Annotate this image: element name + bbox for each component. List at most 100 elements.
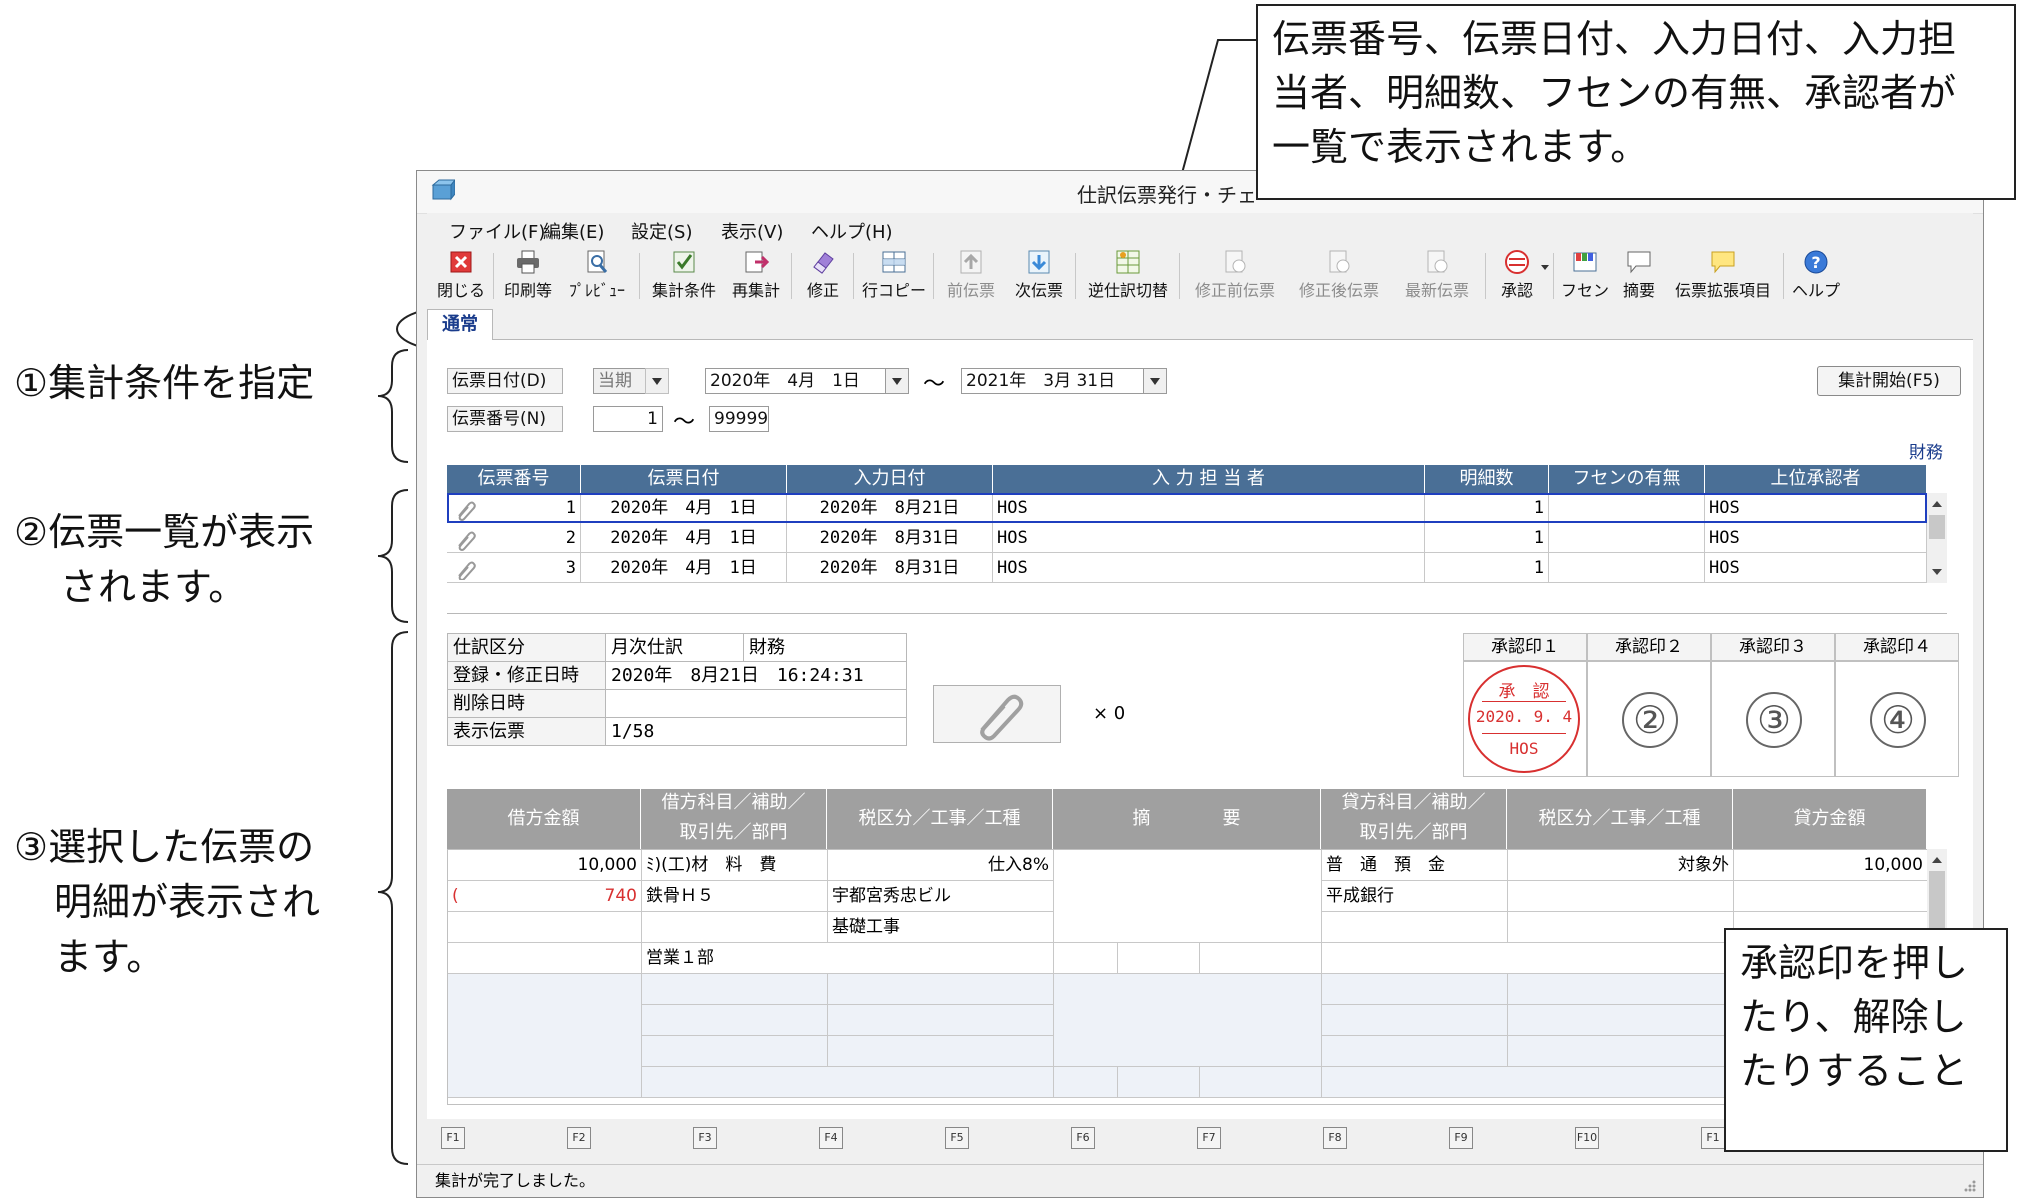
debit-tax[interactable]: 仕入8% xyxy=(828,850,1054,881)
empty-entry[interactable] xyxy=(1054,1067,1118,1098)
col-date[interactable]: 伝票日付 xyxy=(581,465,787,493)
date-from-dropdown-icon[interactable] xyxy=(885,368,909,394)
col-input-date[interactable]: 入力日付 xyxy=(787,465,993,493)
empty-entry[interactable] xyxy=(1118,1067,1200,1098)
date-to-dropdown-icon[interactable] xyxy=(1143,368,1167,394)
col-lines[interactable]: 明細数 xyxy=(1425,465,1549,493)
scroll-up-icon[interactable] xyxy=(1932,857,1942,863)
empty-entry[interactable] xyxy=(448,974,642,1098)
edit-button[interactable]: 修正 xyxy=(797,247,849,305)
col-approver[interactable]: 上位承認者 xyxy=(1705,465,1927,493)
empty-entry[interactable] xyxy=(1054,974,1322,1067)
debit-amount[interactable]: 10,000 xyxy=(448,850,642,881)
debit-account[interactable]: ﾐ)(工)材 料 費 xyxy=(642,850,828,881)
list-scrollbar[interactable] xyxy=(1927,493,1947,583)
sticky-button[interactable]: フセン xyxy=(1559,247,1611,305)
f6-key[interactable]: F6 xyxy=(1071,1127,1095,1149)
credit-site[interactable] xyxy=(1508,881,1734,912)
f2-key[interactable]: F2 xyxy=(567,1127,591,1149)
empty-entry[interactable] xyxy=(1322,1067,1734,1098)
empty-entry[interactable] xyxy=(642,1067,1054,1098)
empty-entry[interactable] xyxy=(828,1005,1054,1036)
debit-department[interactable]: 営業１部 xyxy=(642,943,1054,974)
empty-entry[interactable] xyxy=(1508,974,1734,1005)
credit-amount[interactable]: 10,000 xyxy=(1734,850,1928,881)
f7-key[interactable]: F7 xyxy=(1197,1127,1221,1149)
close-button[interactable]: 閉じる xyxy=(433,247,489,305)
credit-amount-2[interactable] xyxy=(1734,881,1928,912)
menu-edit[interactable]: 編集(E) xyxy=(543,218,604,244)
f8-key[interactable]: F8 xyxy=(1323,1127,1347,1149)
approve-button[interactable]: 承認 xyxy=(1491,247,1543,305)
debit-sub-account[interactable]: 鉄骨Ｈ５ xyxy=(642,881,828,912)
print-button[interactable]: 印刷等 xyxy=(499,247,557,305)
empty-entry[interactable] xyxy=(642,1005,828,1036)
f11-key[interactable]: F1 xyxy=(1701,1127,1725,1149)
stamp-3-slot[interactable]: ③ xyxy=(1711,661,1835,777)
extend-button[interactable]: 伝票拡張項目 xyxy=(1667,247,1779,305)
number-to-field[interactable]: 99999 xyxy=(709,406,769,432)
credit-department[interactable] xyxy=(1322,943,1734,974)
f4-key[interactable]: F4 xyxy=(819,1127,843,1149)
empty-entry[interactable] xyxy=(642,974,828,1005)
approve-dropdown-icon[interactable] xyxy=(1541,265,1549,270)
stamp-1-slot[interactable]: 承 認 2020. 9. 4 HOS xyxy=(1463,661,1587,777)
stamp-2-slot[interactable]: ② xyxy=(1587,661,1711,777)
resize-grip-icon[interactable] xyxy=(1961,1177,1977,1193)
period-select[interactable]: 当期 xyxy=(593,368,649,394)
scroll-down-icon[interactable] xyxy=(1932,569,1942,575)
stamp-4-slot[interactable]: ④ xyxy=(1835,661,1959,777)
memo-cell[interactable] xyxy=(1054,850,1322,943)
date-to-field[interactable]: 2021年 3月 31日 xyxy=(961,368,1147,394)
credit-partner[interactable] xyxy=(1322,912,1508,943)
f3-key[interactable]: F3 xyxy=(693,1127,717,1149)
col-number[interactable]: 伝票番号 xyxy=(447,465,581,493)
scroll-up-icon[interactable] xyxy=(1932,501,1942,507)
memo-button[interactable]: 摘要 xyxy=(1613,247,1665,305)
next-slip-button[interactable]: 次伝票 xyxy=(1007,247,1071,305)
f1-key[interactable]: F1 xyxy=(441,1127,465,1149)
f9-key[interactable]: F9 xyxy=(1449,1127,1473,1149)
table-row[interactable]: 3 2020年 4月 1日 2020年 8月31日 HOS 1 HOS xyxy=(447,553,1927,583)
empty-entry[interactable] xyxy=(1508,1036,1734,1067)
row-copy-button[interactable]: 行コピー xyxy=(859,247,929,305)
reverse-button[interactable]: 逆仕訳切替 xyxy=(1081,247,1175,305)
latest-slip-button[interactable]: 最新伝票 xyxy=(1393,247,1481,305)
empty-entry[interactable] xyxy=(642,1036,828,1067)
preview-button[interactable]: ﾌﾟﾚﾋﾞｭｰ xyxy=(561,247,633,305)
f10-key[interactable]: F10 xyxy=(1575,1127,1599,1149)
help-button[interactable]: ? ヘルプ xyxy=(1789,247,1843,305)
site-name[interactable]: 宇都宮秀忠ビル xyxy=(828,881,1054,912)
date-from-field[interactable]: 2020年 4月 1日 xyxy=(705,368,891,394)
empty-entry[interactable] xyxy=(1322,974,1508,1005)
credit-account[interactable]: 普 通 預 金 xyxy=(1322,850,1508,881)
menu-help[interactable]: ヘルプ(H) xyxy=(811,218,893,244)
col-sticky[interactable]: フセンの有無 xyxy=(1549,465,1705,493)
empty-entry[interactable] xyxy=(828,974,1054,1005)
prev-slip-button[interactable]: 前伝票 xyxy=(939,247,1003,305)
empty-entry[interactable] xyxy=(1322,1005,1508,1036)
after-edit-button[interactable]: 修正後伝票 xyxy=(1289,247,1389,305)
scroll-thumb[interactable] xyxy=(1929,871,1945,931)
menu-view[interactable]: 表示(V) xyxy=(721,218,783,244)
table-row[interactable]: 1 2020年 4月 1日 2020年 8月21日 HOS 1 HOS xyxy=(447,493,1927,523)
menu-file[interactable]: ファイル(F) xyxy=(449,218,545,244)
number-from-field[interactable]: 1 xyxy=(593,406,663,432)
credit-sub-account[interactable]: 平成銀行 xyxy=(1322,881,1508,912)
empty-entry[interactable] xyxy=(1508,1005,1734,1036)
col-operator[interactable]: 入 力 担 当 者 xyxy=(993,465,1425,493)
before-edit-button[interactable]: 修正前伝票 xyxy=(1185,247,1285,305)
menu-settings[interactable]: 設定(S) xyxy=(631,218,692,244)
credit-tax[interactable]: 対象外 xyxy=(1508,850,1734,881)
conditions-button[interactable]: 集計条件 xyxy=(645,247,723,305)
tab-normal[interactable]: 通常 xyxy=(427,309,493,340)
work-type[interactable]: 基礎工事 xyxy=(828,912,1054,943)
empty-entry[interactable] xyxy=(1200,1067,1322,1098)
empty-entry[interactable] xyxy=(828,1036,1054,1067)
debit-partner[interactable] xyxy=(642,912,828,943)
f5-key[interactable]: F5 xyxy=(945,1127,969,1149)
table-row[interactable]: 2 2020年 4月 1日 2020年 8月31日 HOS 1 HOS xyxy=(447,523,1927,553)
attachment-button[interactable] xyxy=(933,685,1061,743)
recalc-button[interactable]: 再集計 xyxy=(725,247,787,305)
start-aggregate-button[interactable]: 集計開始(F5) xyxy=(1817,366,1961,396)
